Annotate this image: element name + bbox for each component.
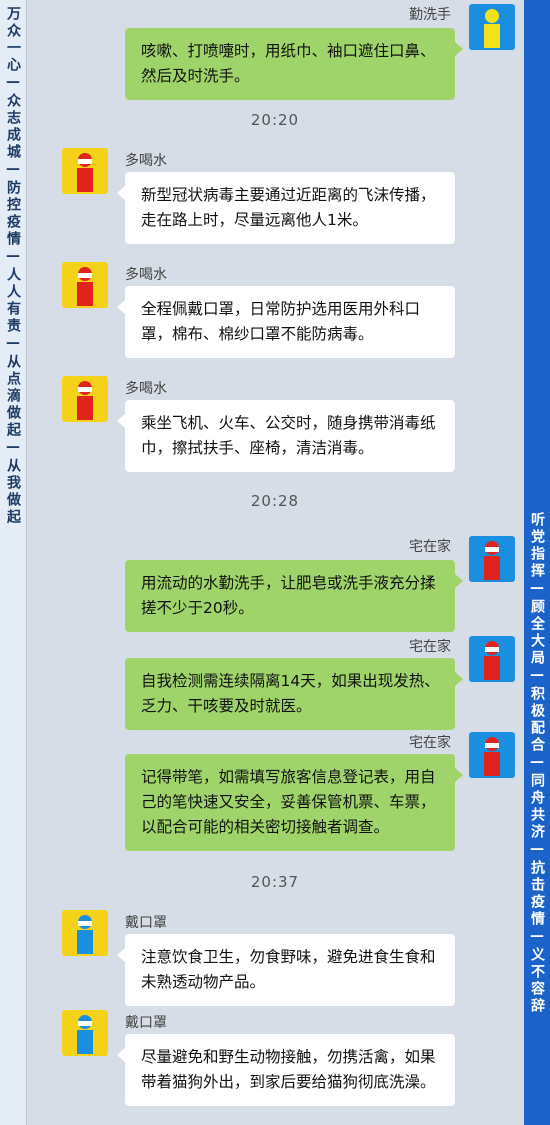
person-blue-on-yellow-icon[interactable]	[62, 910, 108, 956]
sender-name: 宅在家	[409, 639, 451, 655]
left-slogan-text: 万众一心—众志成城—防控疫情—人人有责—从点滴做起—从我做起	[5, 6, 21, 526]
sender-name: 戴口罩	[125, 1015, 167, 1031]
sender-name: 多喝水	[125, 153, 167, 169]
person-red-on-blue-icon[interactable]	[469, 732, 515, 778]
timestamp: 20:28	[250, 492, 300, 510]
sender-name: 戴口罩	[125, 915, 167, 931]
person-blue-on-yellow-icon[interactable]	[62, 1010, 108, 1056]
message-bubble[interactable]: 全程佩戴口罩，日常防护选用医用外科口罩，棉布、棉纱口罩不能防病毒。	[117, 286, 455, 358]
right-slogan-text: 听党指挥—顾全大局—积极配合—同舟共济—抗击疫情—义不容辞	[529, 512, 545, 1015]
message-bubble[interactable]: 注意饮食卫生，勿食野味，避免进食生食和未熟透动物产品。	[117, 934, 455, 1006]
message-bubble[interactable]: 自我检测需连续隔离14天，如果出现发热、乏力、干咳要及时就医。	[125, 658, 463, 730]
person-yellow-on-blue-icon[interactable]	[469, 4, 515, 50]
message-bubble[interactable]: 乘坐飞机、火车、公交时，随身携带消毒纸巾，擦拭扶手、座椅，清洁消毒。	[117, 400, 455, 472]
timestamp: 20:37	[250, 873, 300, 891]
sender-name: 多喝水	[125, 267, 167, 283]
message-bubble[interactable]: 记得带笔，如需填写旅客信息登记表，用自己的笔快速又安全，妥善保管机票、车票，以配…	[125, 754, 463, 851]
person-red-on-yellow-icon[interactable]	[62, 148, 108, 194]
person-red-on-blue-icon[interactable]	[469, 536, 515, 582]
person-red-on-blue-icon[interactable]	[469, 636, 515, 682]
person-red-on-yellow-icon[interactable]	[62, 376, 108, 422]
left-slogan-banner: 万众一心—众志成城—防控疫情—人人有责—从点滴做起—从我做起	[0, 0, 27, 1125]
message-bubble[interactable]: 尽量避免和野生动物接触，勿携活禽，如果带着猫狗外出，到家后要给猫狗彻底洗澡。	[117, 1034, 455, 1106]
sender-name: 勤洗手	[409, 7, 451, 23]
message-bubble[interactable]: 咳嗽、打喷嚏时，用纸巾、袖口遮住口鼻、然后及时洗手。	[125, 28, 463, 100]
right-slogan-banner: 听党指挥—顾全大局—积极配合—同舟共济—抗击疫情—义不容辞	[524, 0, 550, 1125]
message-bubble[interactable]: 用流动的水勤洗手，让肥皂或洗手液充分揉搓不少于20秒。	[125, 560, 463, 632]
person-red-on-yellow-icon[interactable]	[62, 262, 108, 308]
sender-name: 宅在家	[409, 735, 451, 751]
timestamp: 20:20	[250, 111, 300, 129]
message-bubble[interactable]: 新型冠状病毒主要通过近距离的飞沫传播，走在路上时，尽量远离他人1米。	[117, 172, 455, 244]
sender-name: 宅在家	[409, 539, 451, 555]
chat-area[interactable]: 勤洗手 咳嗽、打喷嚏时，用纸巾、袖口遮住口鼻、然后及时洗手。 20:20 多喝水…	[27, 0, 523, 1125]
sender-name: 多喝水	[125, 381, 167, 397]
